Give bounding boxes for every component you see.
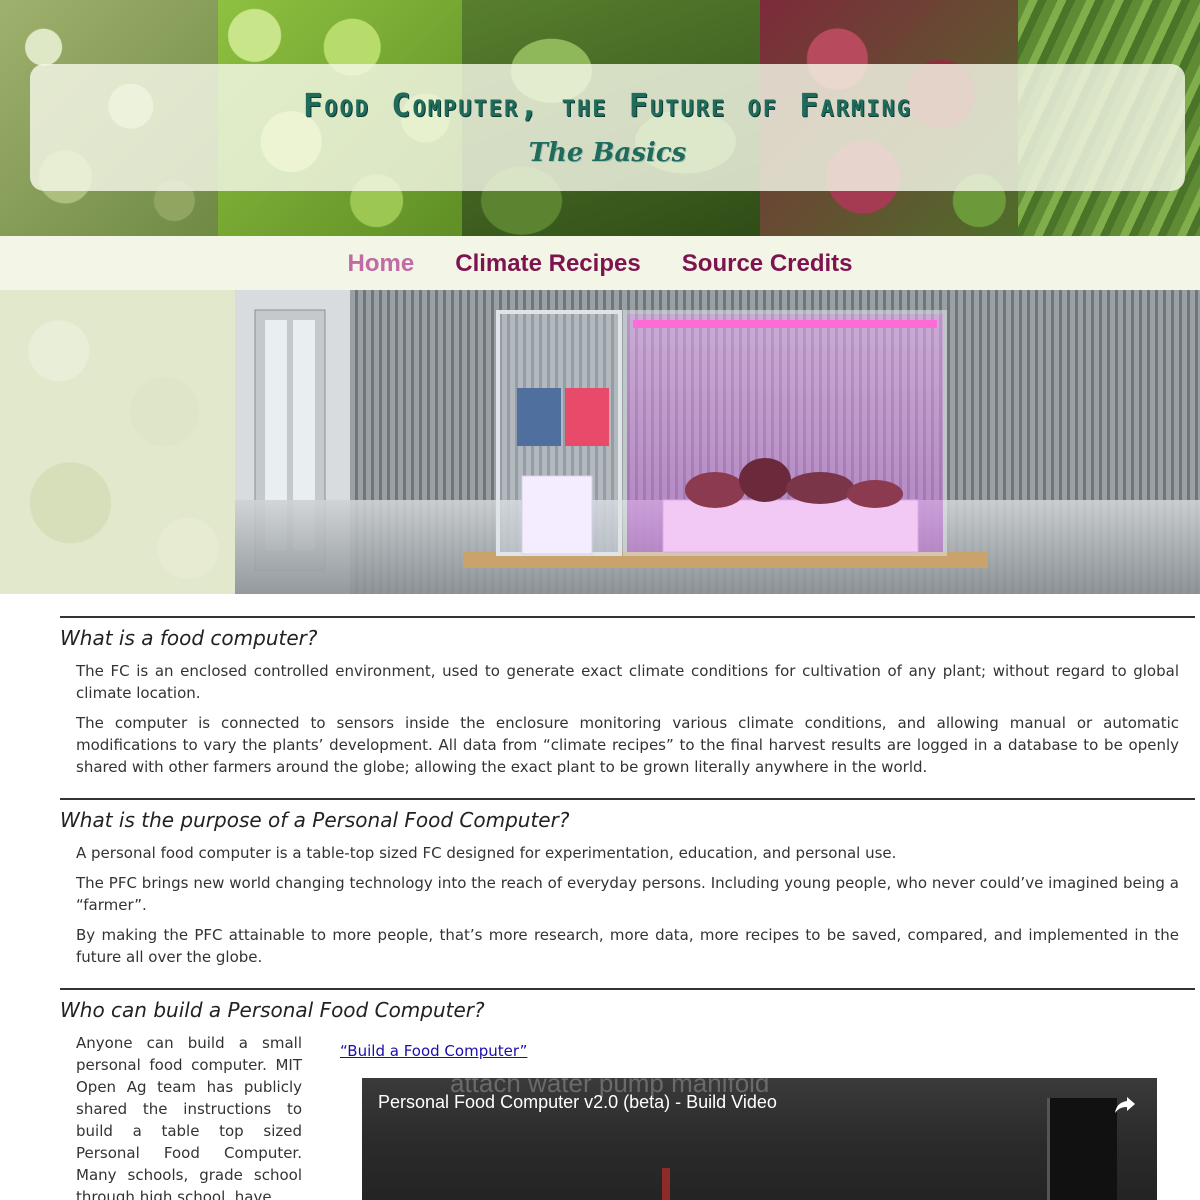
main-nav: Home Climate Recipes Source Credits bbox=[0, 236, 1200, 290]
nav-home[interactable]: Home bbox=[347, 250, 414, 278]
hero-side-broccoli bbox=[0, 290, 235, 594]
paragraph: The PFC brings new world changing techno… bbox=[76, 874, 1179, 914]
site-subtitle: The Basics bbox=[528, 138, 687, 168]
paragraph: By making the PFC attainable to more peo… bbox=[76, 926, 1179, 966]
who-columns: Anyone can build a small personal food c… bbox=[60, 1032, 1195, 1200]
food-computer-photo bbox=[235, 290, 1200, 594]
who-text: Anyone can build a small personal food c… bbox=[60, 1032, 302, 1200]
paragraph: A personal food computer is a table-top … bbox=[76, 844, 897, 862]
nav-climate-recipes[interactable]: Climate Recipes bbox=[455, 250, 640, 278]
site-title: Food Computer, the Future of Farming bbox=[302, 86, 913, 124]
title-box: Food Computer, the Future of Farming The… bbox=[30, 64, 1185, 191]
share-icon[interactable] bbox=[1113, 1092, 1137, 1116]
section-heading: Who can build a Personal Food Computer? bbox=[60, 998, 485, 1022]
section-what: What is a food computer? The FC is an en… bbox=[60, 616, 1195, 778]
section-heading: What is the purpose of a Personal Food C… bbox=[60, 808, 570, 832]
video-frame-panel bbox=[1047, 1098, 1117, 1200]
video-player[interactable]: attach water pump manifold Personal Food… bbox=[362, 1078, 1157, 1200]
video-title[interactable]: Personal Food Computer v2.0 (beta) - Bui… bbox=[378, 1092, 777, 1113]
video-frame-wire bbox=[662, 1168, 670, 1200]
hero bbox=[0, 290, 1200, 594]
build-food-computer-link[interactable]: “Build a Food Computer” bbox=[340, 1042, 527, 1060]
nav-source-credits[interactable]: Source Credits bbox=[682, 250, 853, 278]
who-media: “Build a Food Computer” attach water pum… bbox=[340, 1032, 1195, 1200]
section-purpose: What is the purpose of a Personal Food C… bbox=[60, 798, 1195, 968]
paragraph: The FC is an enclosed controlled environ… bbox=[76, 662, 1179, 702]
main-content: What is a food computer? The FC is an en… bbox=[60, 616, 1195, 1200]
paragraph: Anyone can build a small personal food c… bbox=[76, 1034, 302, 1200]
paragraph: The computer is connected to sensors ins… bbox=[76, 714, 1179, 776]
header-banner: Food Computer, the Future of Farming The… bbox=[0, 0, 1200, 236]
section-who: Who can build a Personal Food Computer? … bbox=[60, 988, 1195, 1200]
section-heading: What is a food computer? bbox=[60, 626, 318, 650]
